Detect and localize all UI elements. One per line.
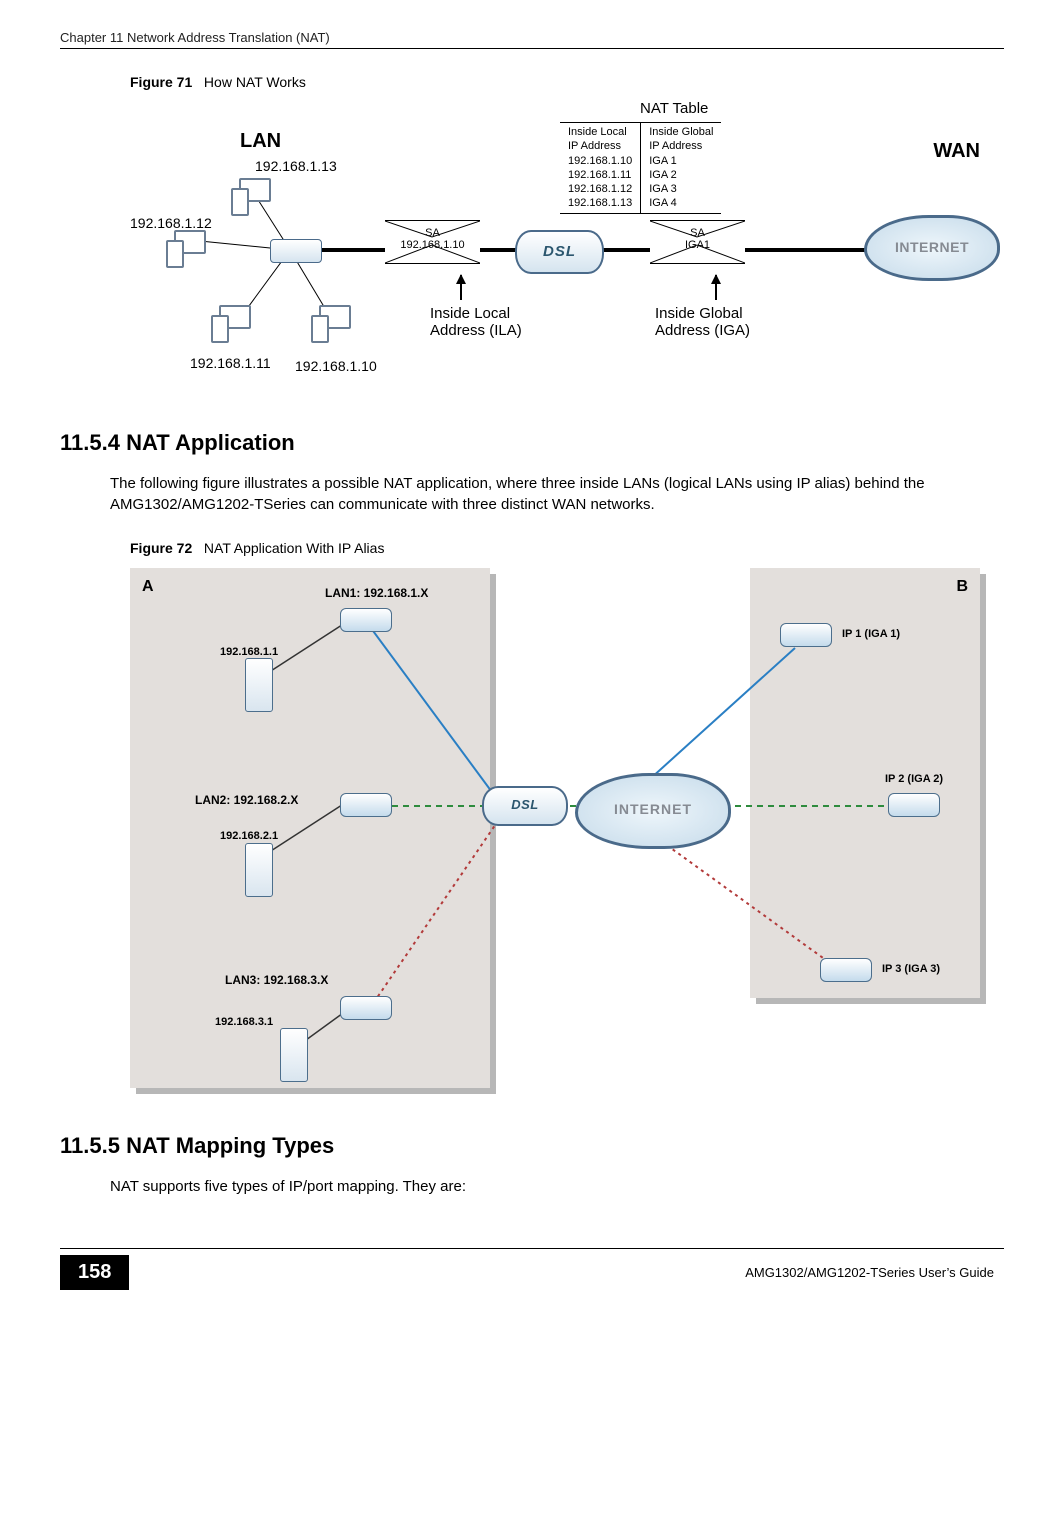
- lan2-label: LAN2: 192.168.2.X: [195, 793, 298, 807]
- nat-row: IGA 2: [649, 168, 713, 182]
- iga-text: Inside Global Address (IGA): [655, 305, 750, 339]
- panel-b-tag: B: [956, 578, 968, 596]
- ip3-label: IP 3 (IGA 3): [882, 963, 940, 975]
- arrow-ila: [460, 275, 462, 300]
- nat-row: 192.168.1.11: [568, 168, 632, 182]
- col2-sub: IP Address: [649, 139, 713, 153]
- ila-text: Inside Local Address (ILA): [430, 305, 522, 339]
- figure71-caption: Figure 71 How NAT Works: [130, 74, 1004, 90]
- pc-ip-br: 192.168.1.10: [295, 358, 377, 374]
- nat-row: 192.168.1.13: [568, 196, 632, 210]
- internet-icon: INTERNET: [864, 215, 1000, 281]
- page-footer: 158 AMG1302/AMG1202-TSeries User’s Guide: [60, 1248, 1004, 1290]
- internet-icon: INTERNET: [575, 773, 731, 849]
- server-icon: [280, 1028, 308, 1082]
- ip2-label: IP 2 (IGA 2): [885, 773, 943, 785]
- figure72-label: Figure 72: [130, 540, 192, 556]
- packet-ila: SA 192.168.1.10: [385, 220, 480, 264]
- srv1-ip: 192.168.1.1: [220, 646, 278, 658]
- section-11-5-5-paragraph: NAT supports five types of IP/port mappi…: [110, 1177, 994, 1198]
- panel-a: A: [130, 568, 490, 1088]
- switch-icon: [270, 239, 322, 263]
- col2-hdr: Inside Global: [649, 125, 713, 139]
- section-11-5-4-heading: 11.5.4 NAT Application: [60, 430, 1004, 456]
- figure71-title: How NAT Works: [204, 74, 306, 90]
- pc-ip-top: 192.168.1.13: [255, 158, 337, 174]
- nat-table: Inside Local IP Address 192.168.1.10 192…: [560, 122, 721, 214]
- pc-icon: [235, 178, 275, 223]
- nat-row: 192.168.1.12: [568, 182, 632, 196]
- router-icon: [780, 623, 832, 647]
- router-icon: [340, 608, 392, 632]
- nat-row: IGA 3: [649, 182, 713, 196]
- server-icon: [245, 658, 273, 712]
- lan-label: LAN: [240, 130, 281, 153]
- nat-col-global: Inside Global IP Address IGA 1 IGA 2 IGA…: [640, 123, 721, 213]
- pc-ip-left: 192.168.1.12: [130, 215, 212, 231]
- figure72-diagram: A B LAN1: 192.168.1.X LAN2: 192.168.2.X …: [130, 568, 980, 1098]
- figure72-title: NAT Application With IP Alias: [204, 540, 385, 556]
- srv2-ip: 192.168.2.1: [220, 830, 278, 842]
- nat-row: 192.168.1.10: [568, 154, 632, 168]
- lan3-label: LAN3: 192.168.3.X: [225, 973, 328, 987]
- guide-title: AMG1302/AMG1202-TSeries User’s Guide: [745, 1265, 994, 1280]
- srv3-ip: 192.168.3.1: [215, 1016, 273, 1028]
- packet-iga: SA IGA1: [650, 220, 745, 264]
- col1-sub: IP Address: [568, 139, 632, 153]
- router-icon: [340, 996, 392, 1020]
- figure72-caption: Figure 72 NAT Application With IP Alias: [130, 540, 1004, 556]
- ip1-label: IP 1 (IGA 1): [842, 628, 900, 640]
- dsl-icon: DSL: [482, 786, 568, 826]
- nat-row: IGA 4: [649, 196, 713, 210]
- router-icon: [820, 958, 872, 982]
- nat-col-local: Inside Local IP Address 192.168.1.10 192…: [560, 123, 640, 213]
- pc-icon: [315, 305, 355, 350]
- nat-row: IGA 1: [649, 154, 713, 168]
- section-11-5-4-paragraph: The following figure illustrates a possi…: [110, 474, 994, 515]
- router-icon: [340, 793, 392, 817]
- running-header: Chapter 11 Network Address Translation (…: [60, 30, 1004, 49]
- pc-icon: [215, 305, 255, 350]
- section-11-5-5-heading: 11.5.5 NAT Mapping Types: [60, 1133, 1004, 1159]
- dsl-icon: DSL: [515, 230, 604, 274]
- router-icon: [888, 793, 940, 817]
- col1-hdr: Inside Local: [568, 125, 632, 139]
- panel-a-tag: A: [142, 578, 154, 596]
- figure71-diagram: LAN WAN NAT Table Inside Local IP Addres…: [160, 100, 990, 390]
- pc-icon: [170, 230, 210, 275]
- nat-table-heading: NAT Table: [640, 100, 708, 117]
- server-icon: [245, 843, 273, 897]
- wan-label: WAN: [933, 140, 980, 163]
- arrow-iga: [715, 275, 717, 300]
- pc-ip-bl: 192.168.1.11: [190, 355, 271, 371]
- page-number: 158: [60, 1255, 129, 1290]
- figure71-label: Figure 71: [130, 74, 192, 90]
- lan1-label: LAN1: 192.168.1.X: [325, 586, 428, 600]
